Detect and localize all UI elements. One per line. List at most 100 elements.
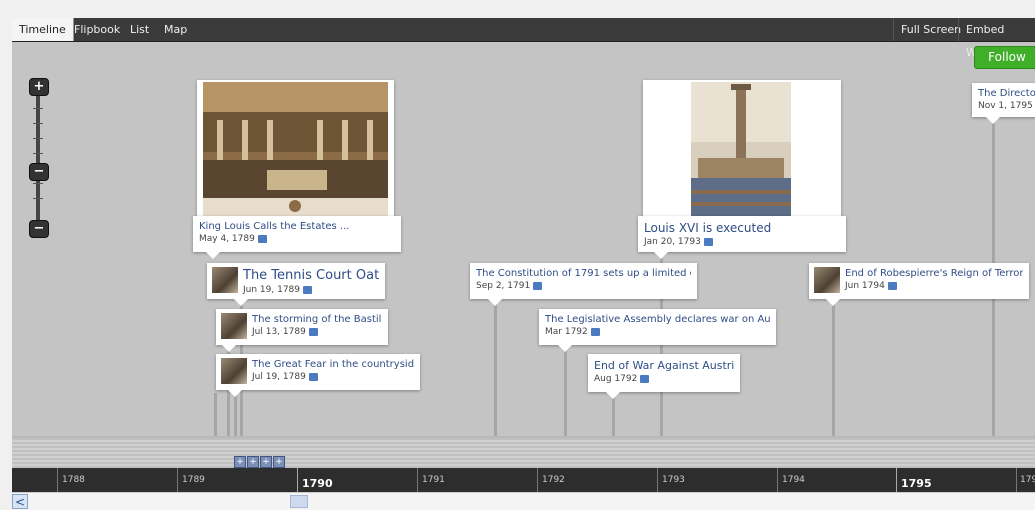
card-pointer xyxy=(222,345,236,352)
card-pointer xyxy=(228,390,242,397)
scroll-left-icon[interactable]: < xyxy=(12,494,28,509)
axis-gridline xyxy=(297,468,298,492)
scrollbar-thumb[interactable] xyxy=(290,495,308,508)
zoom-in-button[interactable]: + xyxy=(29,78,49,96)
event-date: Jun 1794 xyxy=(845,281,1023,291)
year-axis[interactable]: 1788 1789 1790 1791 1792 1793 1794 1795 … xyxy=(12,468,1035,492)
zoom-tick xyxy=(33,123,43,124)
expand-plus-icon[interactable]: + xyxy=(234,456,246,468)
card-pointer xyxy=(986,117,1000,124)
event-thumbnail[interactable] xyxy=(212,267,238,293)
info-icon[interactable] xyxy=(308,327,318,336)
axis-gridline xyxy=(1016,468,1017,492)
event-thumbnail[interactable] xyxy=(814,267,840,293)
axis-gridline xyxy=(657,468,658,492)
event-title[interactable]: Louis XVI is executed xyxy=(644,221,840,235)
event-density-band xyxy=(12,438,1035,468)
event-card-louis-executed[interactable]: Louis XVI is executed Jan 20, 1793 xyxy=(638,216,846,252)
event-card-bastille[interactable]: The storming of the Bastille Jul 13, 178… xyxy=(216,309,388,345)
card-pointer xyxy=(206,252,220,259)
fullscreen-button[interactable]: Full Screen xyxy=(893,18,968,41)
info-icon[interactable] xyxy=(703,237,713,246)
estates-general-image[interactable] xyxy=(197,80,394,218)
event-stem xyxy=(612,393,615,441)
event-date: Nov 1, 1795 xyxy=(978,101,1033,111)
card-pointer xyxy=(606,392,620,399)
zoom-tick xyxy=(33,138,43,139)
event-stem xyxy=(214,393,217,441)
event-date: Jan 20, 1793 xyxy=(644,237,840,247)
axis-gridline xyxy=(777,468,778,492)
event-date: Aug 1792 xyxy=(594,374,734,384)
horizontal-scrollbar[interactable]: < xyxy=(12,492,1035,510)
event-title[interactable]: King Louis Calls the Estates ... xyxy=(199,221,395,232)
expand-plus-icon[interactable]: + xyxy=(247,456,259,468)
event-card-end-of-war[interactable]: End of War Against Austria Aug 1792 xyxy=(588,354,740,392)
timeline-widget: Timeline Flipbook List Map Full Screen E… xyxy=(12,18,1035,510)
card-pointer xyxy=(558,345,572,352)
event-date: Jul 19, 1789 xyxy=(252,372,414,382)
axis-label-1788: 1788 xyxy=(62,475,85,485)
expand-cluster-control[interactable]: + + + + xyxy=(234,449,286,468)
event-title[interactable]: The Great Fear in the countryside xyxy=(252,359,414,370)
info-icon[interactable] xyxy=(640,374,650,383)
zoom-tick xyxy=(33,108,43,109)
event-stem xyxy=(832,303,835,441)
event-stem xyxy=(494,303,497,441)
info-icon[interactable] xyxy=(533,281,543,290)
event-title[interactable]: The storming of the Bastille xyxy=(252,314,382,325)
zoom-slider-handle[interactable]: − xyxy=(29,163,49,181)
event-card-tennis-court[interactable]: The Tennis Court Oath Jun 19, 1789 xyxy=(207,263,385,299)
event-card-robespierre[interactable]: End of Robespierre's Reign of Terror Jun… xyxy=(809,263,1029,299)
event-thumbnail[interactable] xyxy=(221,358,247,384)
event-title[interactable]: End of Robespierre's Reign of Terror xyxy=(845,268,1023,279)
zoom-track[interactable] xyxy=(36,92,40,232)
event-card-constitution[interactable]: The Constitution of 1791 sets up a limit… xyxy=(470,263,697,299)
event-card-war-declared[interactable]: The Legislative Assembly declares war on… xyxy=(539,309,776,345)
info-icon[interactable] xyxy=(590,327,600,336)
execution-engraving xyxy=(691,82,791,216)
axis-label-1791: 1791 xyxy=(422,475,445,485)
tab-list[interactable]: List xyxy=(123,18,156,41)
tab-flipbook[interactable]: Flipbook xyxy=(67,18,127,41)
event-date: Jun 19, 1789 xyxy=(243,285,379,295)
event-stem xyxy=(234,393,237,441)
embed-widget-button[interactable]: Embed Widge xyxy=(958,18,1035,59)
event-card-great-fear[interactable]: The Great Fear in the countryside Jul 19… xyxy=(216,354,420,390)
event-title[interactable]: The Constitution of 1791 sets up a limit… xyxy=(476,268,691,279)
card-pointer xyxy=(654,252,668,259)
zoom-tick xyxy=(33,198,43,199)
follow-button[interactable]: Follow xyxy=(974,46,1035,69)
event-date: May 4, 1789 xyxy=(199,234,395,244)
louis-execution-image[interactable] xyxy=(643,80,841,218)
info-icon[interactable] xyxy=(257,234,267,243)
axis-gridline xyxy=(177,468,178,492)
event-title[interactable]: The Director xyxy=(978,88,1035,99)
event-card-estates[interactable]: King Louis Calls the Estates ... May 4, … xyxy=(193,216,401,252)
card-pointer xyxy=(826,299,840,306)
event-title[interactable]: End of War Against Austria xyxy=(594,359,734,372)
info-icon[interactable] xyxy=(303,285,313,294)
event-date: Jul 13, 1789 xyxy=(252,327,382,337)
event-title[interactable]: The Legislative Assembly declares war on… xyxy=(545,314,770,325)
axis-gridline xyxy=(417,468,418,492)
axis-label-1790: 1790 xyxy=(302,477,333,490)
tab-map[interactable]: Map xyxy=(157,18,194,41)
event-title[interactable]: The Tennis Court Oath xyxy=(243,268,379,283)
info-icon[interactable] xyxy=(308,372,318,381)
zoom-out-button[interactable]: − xyxy=(29,220,49,238)
expand-plus-icon[interactable]: + xyxy=(273,456,285,468)
tab-timeline[interactable]: Timeline xyxy=(12,18,74,41)
card-pointer xyxy=(234,299,248,306)
view-tab-bar: Timeline Flipbook List Map Full Screen E… xyxy=(12,18,1035,59)
axis-label-1789: 1789 xyxy=(182,475,205,485)
event-card-directory[interactable]: The Director Nov 1, 1795 xyxy=(972,83,1035,117)
event-stem xyxy=(564,348,567,441)
event-thumbnail[interactable] xyxy=(221,313,247,339)
axis-gridline xyxy=(896,468,897,492)
expand-plus-icon[interactable]: + xyxy=(260,456,272,468)
axis-gridline xyxy=(57,468,58,492)
zoom-control: + − − xyxy=(28,78,49,238)
info-icon[interactable] xyxy=(887,281,897,290)
axis-label-1796: 179 xyxy=(1020,475,1035,485)
